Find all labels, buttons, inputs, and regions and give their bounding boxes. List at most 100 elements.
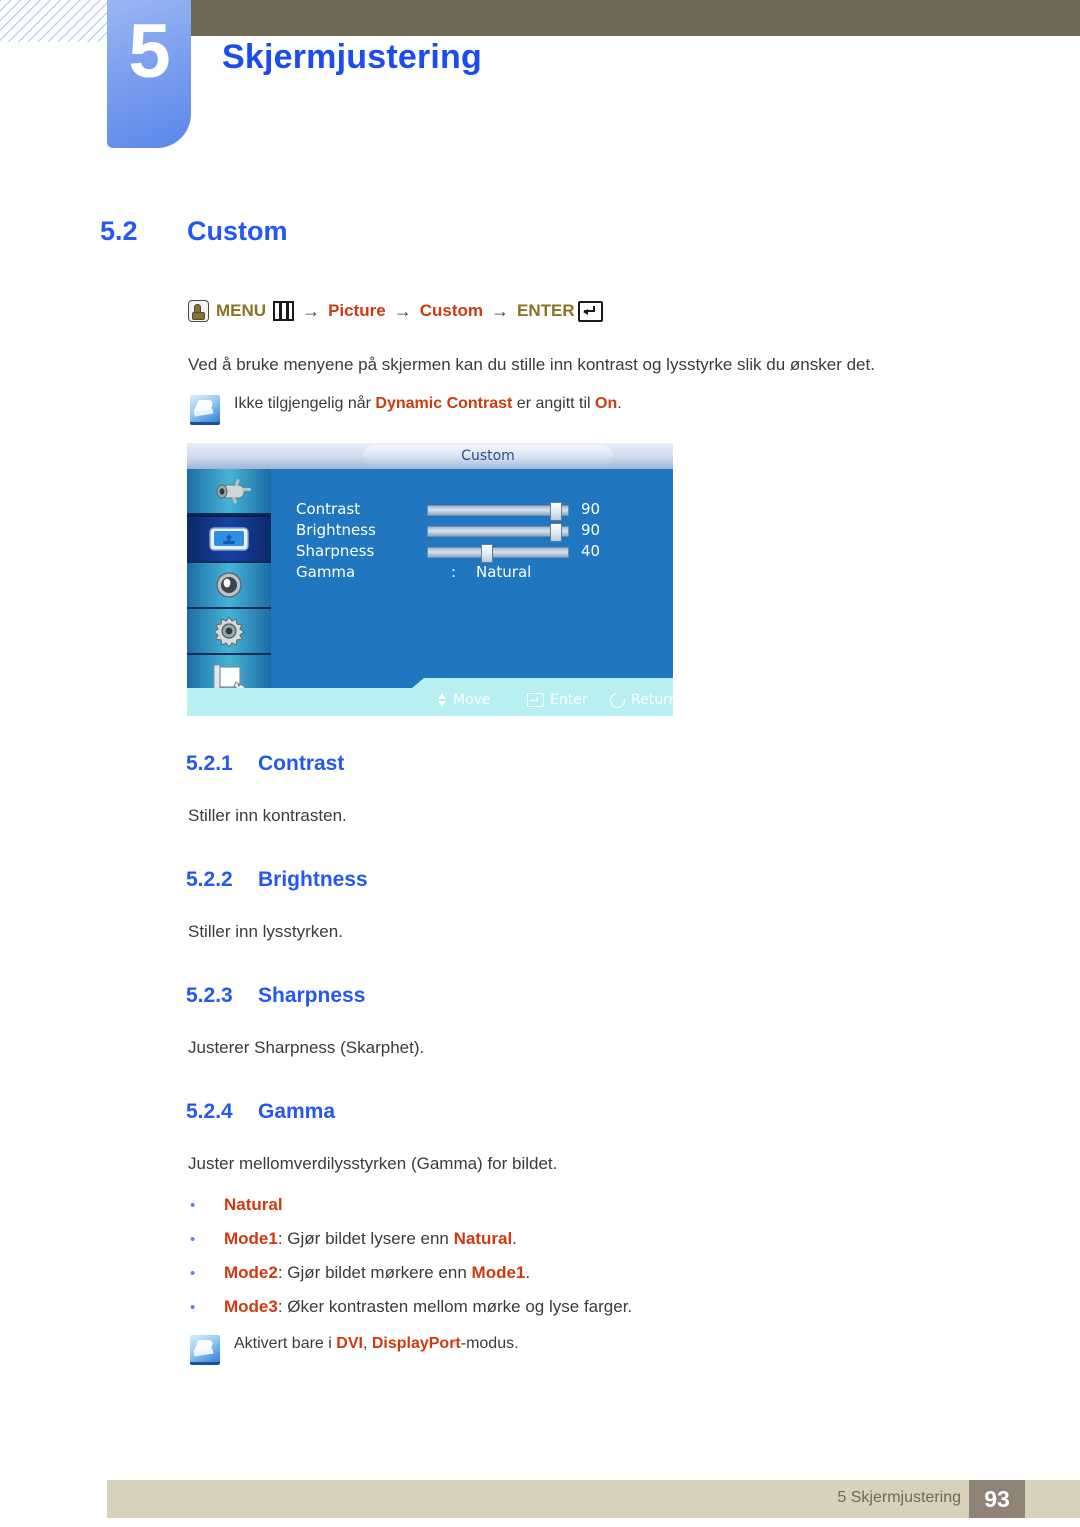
- note-dynamic-contrast: Ikke tilgjengelig når Dynamic Contrast e…: [190, 395, 950, 425]
- osd-menu-screenshot: Custom Contrast 90 Brightness 90 Sharpne…: [187, 443, 673, 716]
- osd-label-contrast: Contrast: [296, 500, 361, 518]
- sound-icon: [187, 563, 271, 607]
- osd-value-brightness: 90: [581, 521, 601, 539]
- subsection-heading-contrast: 5.2.1 Contrast: [186, 752, 344, 776]
- bullet-dot-icon: •: [190, 1197, 196, 1214]
- osd-slider-knob[interactable]: [550, 523, 562, 542]
- menu-path-breadcrumb: MENU → Picture → Custom → ENTER: [188, 300, 603, 322]
- osd-sidebar: [187, 469, 271, 716]
- menu-path-item-picture: Picture: [328, 301, 386, 320]
- note-dvi-displayport: Aktivert bare i DVI, DisplayPort-modus.: [190, 1335, 950, 1365]
- osd-gamma-separator: :: [451, 563, 457, 581]
- osd-slider-knob[interactable]: [481, 544, 493, 563]
- osd-hint-bar: Move Enter Return: [187, 678, 673, 716]
- gamma-option-sep: :: [277, 1297, 288, 1316]
- decorative-hatch-pattern: [0, 0, 118, 42]
- note-text-mid: er angitt til: [512, 395, 596, 412]
- osd-sidebar-item-sound[interactable]: [187, 563, 271, 609]
- subsection-number: 5.2.2: [186, 868, 233, 891]
- note-text-pre: Ikke tilgjengelig når: [234, 395, 376, 412]
- intro-paragraph: Ved å bruke menyene på skjermen kan du s…: [188, 355, 875, 374]
- section-number: 5.2: [100, 216, 138, 246]
- osd-hint-enter: Enter: [527, 692, 588, 708]
- subsection-heading-sharpness: 5.2.3 Sharpness: [186, 984, 365, 1008]
- menu-path-arrow-2: →: [393, 300, 412, 321]
- chapter-header: 5 Skjermjustering: [0, 0, 1080, 160]
- section-title: Custom: [187, 216, 288, 246]
- osd-sidebar-item-input-source[interactable]: [187, 469, 271, 515]
- osd-hint-return: Return: [607, 689, 673, 711]
- subsection-body-gamma: Juster mellomverdilysstyrken (Gamma) for…: [188, 1154, 558, 1173]
- osd-slider-brightness[interactable]: [427, 523, 569, 542]
- footer-chapter-ref: 5 Skjermjustering: [837, 1489, 961, 1506]
- chapter-number: 5: [128, 9, 170, 94]
- subsection-body-sharpness: Justerer Sharpness (Skarphet).: [188, 1038, 425, 1057]
- note-text: Aktivert bare i DVI, DisplayPort-modus.: [234, 1335, 519, 1353]
- note-text-post: -modus.: [460, 1335, 519, 1352]
- gamma-option-name: Mode1: [224, 1229, 278, 1248]
- input-source-icon: [187, 469, 271, 513]
- gamma-option-sep: :: [277, 1229, 288, 1248]
- osd-slider-contrast[interactable]: [427, 502, 569, 521]
- enter-key-icon: [577, 300, 603, 322]
- gamma-option-sep: :: [277, 1263, 288, 1282]
- gamma-option-post: .: [512, 1229, 517, 1248]
- note-text-post: .: [617, 395, 622, 412]
- menu-path-arrow-1: →: [302, 300, 321, 321]
- gamma-option-desc: Øker kontrasten mellom mørke og lyse far…: [287, 1297, 633, 1316]
- subsection-heading-gamma: 5.2.4 Gamma: [186, 1100, 335, 1124]
- osd-slider-sharpness[interactable]: [427, 544, 569, 563]
- subsection-title: Sharpness: [258, 984, 366, 1007]
- section-heading: 5.2 Custom: [100, 216, 1000, 247]
- osd-slider-knob[interactable]: [550, 502, 562, 521]
- note-emphasis-2: On: [595, 395, 618, 412]
- header-olive-bar: [170, 0, 1080, 36]
- subsection-number: 5.2.4: [186, 1100, 233, 1123]
- note-text-pre: Aktivert bare i: [234, 1335, 337, 1352]
- footer-page-number: 93: [969, 1480, 1025, 1518]
- menu-bars-icon: [273, 301, 295, 321]
- list-item-gamma-mode2: • Mode2: Gjør bildet mørkere enn Mode1.: [190, 1263, 530, 1283]
- osd-title: Custom: [363, 445, 613, 467]
- note-text-mid: ,: [362, 1335, 372, 1352]
- gamma-option-emphasis: Natural: [453, 1229, 513, 1248]
- list-item-gamma-mode3: • Mode3: Øker kontrasten mellom mørke og…: [190, 1297, 632, 1317]
- gamma-option-desc: Gjør bildet lysere enn: [287, 1229, 454, 1248]
- gamma-option-name: Natural: [224, 1195, 283, 1214]
- osd-hint-bar-notch: [412, 678, 673, 688]
- note-emphasis-2: DisplayPort: [371, 1335, 461, 1352]
- subsection-body-brightness: Stiller inn lysstyrken.: [188, 922, 343, 941]
- osd-value-gamma: Natural: [476, 563, 532, 581]
- menu-path-enter-label: ENTER: [516, 301, 575, 320]
- gamma-option-desc: Gjør bildet mørkere enn: [287, 1263, 472, 1282]
- osd-label-sharpness: Sharpness: [296, 542, 375, 560]
- note-pencil-icon: [190, 1335, 220, 1365]
- menu-path-menu-label: MENU: [216, 301, 267, 320]
- subsection-number: 5.2.1: [186, 752, 233, 775]
- picture-icon: [187, 517, 271, 561]
- subsection-title: Gamma: [258, 1100, 336, 1123]
- gamma-option-name: Mode3: [224, 1297, 278, 1316]
- subsection-body-contrast: Stiller inn kontrasten.: [188, 806, 347, 825]
- note-emphasis-1: DVI: [336, 1335, 363, 1352]
- osd-sidebar-item-setup[interactable]: [187, 609, 271, 655]
- bullet-dot-icon: •: [190, 1265, 196, 1282]
- bullet-dot-icon: •: [190, 1299, 196, 1316]
- osd-label-brightness: Brightness: [296, 521, 376, 539]
- subsection-title: Brightness: [258, 868, 368, 891]
- osd-value-contrast: 90: [581, 500, 601, 518]
- note-text: Ikke tilgjengelig når Dynamic Contrast e…: [234, 395, 622, 413]
- chapter-title: Skjermjustering: [222, 38, 482, 76]
- gamma-option-emphasis: Mode1: [471, 1263, 526, 1282]
- osd-hint-move: Move: [438, 692, 491, 708]
- bullet-dot-icon: •: [190, 1231, 196, 1248]
- osd-value-sharpness: 40: [581, 542, 601, 560]
- osd-sidebar-item-picture[interactable]: [187, 515, 271, 563]
- enter-key-icon: [527, 693, 544, 707]
- gamma-option-name: Mode2: [224, 1263, 278, 1282]
- osd-label-gamma: Gamma: [296, 563, 356, 581]
- menu-path-arrow-3: →: [490, 300, 509, 321]
- list-item-gamma-mode1: • Mode1: Gjør bildet lysere enn Natural.: [190, 1229, 517, 1249]
- note-pencil-icon: [190, 395, 220, 425]
- subsection-heading-brightness: 5.2.2 Brightness: [186, 868, 368, 892]
